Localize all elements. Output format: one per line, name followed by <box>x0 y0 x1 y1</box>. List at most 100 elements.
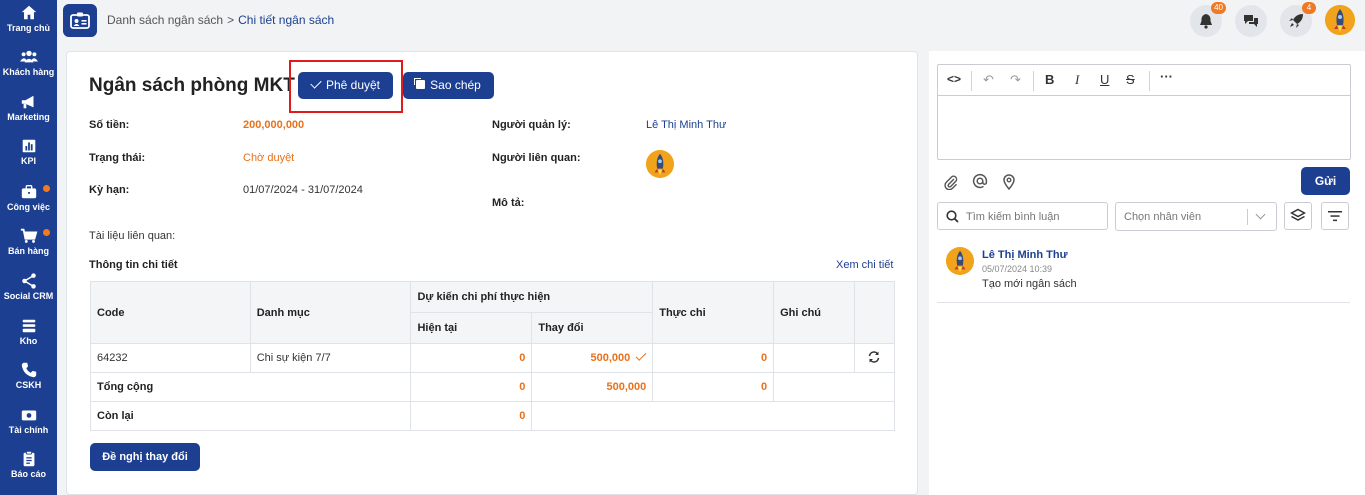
users-icon <box>19 50 38 63</box>
budget-table: Code Danh mục Dự kiến chi phí thực hiện … <box>89 281 896 431</box>
sidebar-item-sales[interactable]: Bán hàng <box>0 227 57 256</box>
sidebar: Trang chủ Khách hàng Marketing KPI Công … <box>0 0 57 495</box>
budget-detail-card: Ngân sách phòng MKT Phê duyệt Sao chép S… <box>66 51 918 495</box>
view-detail-link[interactable]: Xem chi tiết <box>836 259 893 271</box>
select-placeholder: Chọn nhân viên <box>1124 211 1202 223</box>
cell-change: 500,000 <box>531 343 654 373</box>
copy-icon <box>416 80 426 89</box>
manager-label: Người quản lý: <box>492 119 571 131</box>
messages-button[interactable] <box>1235 5 1267 37</box>
approve-label: Phê duyệt <box>325 78 381 92</box>
user-avatar[interactable] <box>1325 5 1355 35</box>
sidebar-item-home[interactable]: Trang chủ <box>0 4 57 33</box>
notifications-button[interactable]: 40 <box>1190 2 1226 37</box>
total-actual: 0 <box>652 372 775 402</box>
phone-icon <box>21 362 36 378</box>
rocket-button[interactable]: 4 <box>1280 2 1316 37</box>
employee-select[interactable]: Chọn nhân viên <box>1115 202 1277 231</box>
sidebar-item-kpi[interactable]: KPI <box>0 137 57 166</box>
strikethrough-icon[interactable]: S <box>1126 72 1135 87</box>
sidebar-item-reports[interactable]: Báo cáo <box>0 450 57 479</box>
status-value: Chờ duyệt <box>243 152 295 164</box>
megaphone-icon <box>21 95 33 109</box>
table-row: 64232 Chi sự kiện 7/7 0 500,000 0 <box>90 343 896 373</box>
cell-change-value: 500,000 <box>590 352 631 364</box>
copy-button[interactable]: Sao chép <box>403 72 494 99</box>
redo-icon[interactable]: ↷ <box>1010 72 1021 88</box>
sidebar-item-warehouse[interactable]: Kho <box>0 317 57 346</box>
search-icon <box>946 210 959 223</box>
comment-time: 05/07/2024 10:39 <box>982 264 1053 274</box>
cell-current: 0 <box>410 343 533 373</box>
toolbar-divider <box>971 71 972 91</box>
related-docs-label: Tài liệu liên quan: <box>89 230 176 242</box>
manager-value[interactable]: Lê Thị Minh Thư <box>646 119 726 131</box>
breadcrumb-current: Chi tiết ngân sách <box>238 13 335 27</box>
chevron-down-icon <box>1255 209 1266 220</box>
sidebar-item-label: KPI <box>20 156 36 166</box>
sidebar-item-customers[interactable]: Khách hàng <box>0 48 57 77</box>
sidebar-item-marketing[interactable]: Marketing <box>0 93 57 122</box>
sidebar-item-label: Báo cáo <box>10 469 46 479</box>
period-label: Kỳ hạn: <box>89 184 130 196</box>
total-change: 500,000 <box>531 372 654 402</box>
notification-dot <box>43 229 50 236</box>
italic-icon[interactable]: I <box>1075 72 1079 88</box>
rocket-avatar-icon <box>646 150 674 178</box>
col-header-category: Danh mục <box>249 281 412 344</box>
select-divider <box>1247 209 1248 225</box>
comment-editor[interactable]: <> ↶ ↷ B I U S ··· <box>937 64 1351 160</box>
col-header-planned: Dự kiến chi phí thực hiện <box>410 281 654 313</box>
comment-author[interactable]: Lê Thị Minh Thư <box>982 249 1068 261</box>
module-menu-button[interactable] <box>63 4 97 37</box>
layers-button[interactable] <box>1284 202 1312 230</box>
sidebar-item-label: CSKH <box>15 380 42 390</box>
filter-button[interactable] <box>1321 202 1349 230</box>
propose-change-button[interactable]: Đề nghị thay đổi <box>90 443 200 471</box>
sidebar-item-social-crm[interactable]: Social CRM <box>0 272 57 301</box>
bold-icon[interactable]: B <box>1045 72 1054 87</box>
col-header-actions <box>853 281 896 344</box>
undo-icon[interactable]: ↶ <box>983 72 994 88</box>
filter-icon <box>1328 211 1342 222</box>
description-label: Mô tả: <box>492 197 525 209</box>
underline-icon[interactable]: U <box>1100 72 1109 87</box>
code-icon[interactable]: <> <box>947 72 961 86</box>
rocket-icon <box>1289 14 1303 28</box>
sidebar-item-tasks[interactable]: Công việc <box>0 183 57 212</box>
page-title: Ngân sách phòng MKT <box>89 75 295 96</box>
top-header: Danh sách ngân sách > Chi tiết ngân sách 4… <box>57 0 1365 43</box>
approve-button[interactable]: Phê duyệt <box>298 72 393 99</box>
comment-list: Lê Thị Minh Thư 05/07/2024 10:39 Tạo mới… <box>937 237 1350 303</box>
sidebar-item-customer-care[interactable]: CSKH <box>0 361 57 390</box>
related-person-avatar[interactable] <box>646 150 674 178</box>
home-icon <box>21 5 36 20</box>
chat-icon <box>1244 15 1258 27</box>
total-label: Tổng cộng <box>89 372 412 402</box>
breadcrumb-parent[interactable]: Danh sách ngân sách <box>107 13 223 27</box>
search-input[interactable] <box>966 207 1102 226</box>
breadcrumb: Danh sách ngân sách > Chi tiết ngân sách <box>107 13 334 27</box>
remaining-empty <box>531 401 895 431</box>
sidebar-item-label: Marketing <box>7 112 50 122</box>
total-row: Tổng cộng 0 500,000 0 <box>89 372 895 402</box>
copy-label: Sao chép <box>430 78 481 92</box>
amount-value: 200,000,000 <box>243 119 305 131</box>
location-icon[interactable] <box>1001 174 1017 190</box>
share-icon <box>21 273 36 289</box>
send-button[interactable]: Gửi <box>1301 167 1350 195</box>
sidebar-item-label: Khách hàng <box>2 67 55 77</box>
total-current: 0 <box>410 372 533 402</box>
rocket-count-badge: 4 <box>1302 2 1316 14</box>
refresh-icon[interactable] <box>867 350 881 364</box>
toolbar-divider <box>1149 71 1150 91</box>
attachment-icon[interactable] <box>943 174 959 190</box>
mention-icon[interactable] <box>972 173 988 189</box>
chevron-right-icon: > <box>227 13 235 27</box>
sidebar-item-finance[interactable]: Tài chính <box>0 406 57 435</box>
col-header-code: Code <box>90 281 251 344</box>
remaining-current: 0 <box>410 401 533 431</box>
more-icon[interactable]: ··· <box>1160 69 1173 84</box>
notifications-count-badge: 40 <box>1211 2 1226 14</box>
toolbar-divider <box>1033 71 1034 91</box>
